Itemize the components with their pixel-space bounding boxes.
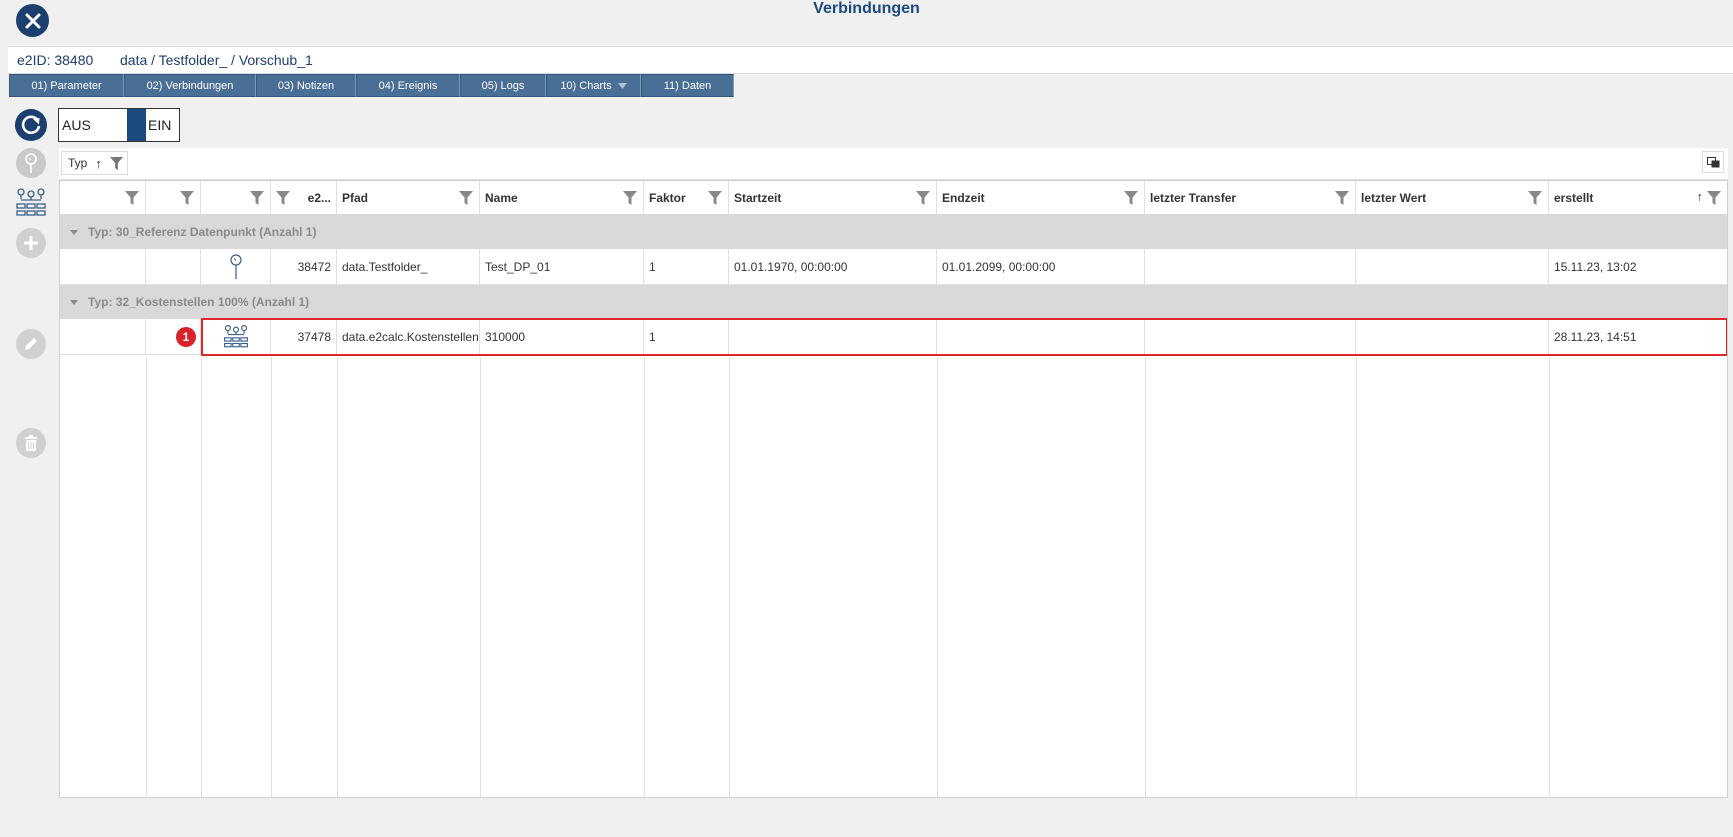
cell-e2id: 38472	[271, 249, 337, 284]
grid-divider	[201, 357, 202, 797]
edit-icon	[16, 329, 46, 359]
notification-badge: 1	[176, 327, 196, 347]
tab-verbindungen[interactable]: 02) Verbindungen	[124, 74, 256, 97]
grid-divider	[480, 357, 481, 797]
window-title: Verbindungen	[813, 0, 920, 17]
filter-icon[interactable]	[1335, 191, 1349, 205]
col-header-2[interactable]	[146, 181, 201, 214]
filter-icon[interactable]	[125, 191, 139, 205]
grouping-bar: Typ ↑	[59, 148, 1728, 180]
tab-parameter[interactable]: 01) Parameter	[9, 74, 124, 97]
col-header-startzeit[interactable]: Startzeit	[729, 181, 937, 214]
filter-icon[interactable]	[1707, 191, 1721, 205]
group-label: Typ: 32_Kostenstellen 100% (Anzahl 1)	[88, 295, 310, 309]
collapse-icon[interactable]	[70, 299, 78, 305]
aus-ein-toggle[interactable]: AUS EIN	[58, 108, 180, 142]
col-header-name[interactable]: Name	[480, 181, 644, 214]
sort-asc-icon[interactable]: ↑	[1697, 189, 1704, 204]
col-header-endzeit[interactable]: Endzeit	[937, 181, 1145, 214]
filter-icon[interactable]	[109, 156, 123, 170]
network-button[interactable]	[14, 186, 48, 220]
grid-divider	[1145, 357, 1146, 797]
sort-asc-icon[interactable]: ↑	[95, 156, 102, 171]
row-highlight	[201, 318, 1727, 356]
filter-icon[interactable]	[623, 191, 637, 205]
filter-icon[interactable]	[459, 191, 473, 205]
group-row[interactable]: Typ: 30_Referenz Datenpunkt (Anzahl 1)	[60, 215, 1727, 249]
tab-daten[interactable]: 11) Daten	[641, 74, 734, 97]
cell-faktor: 1	[644, 249, 729, 284]
cell-letzter-transfer	[1145, 249, 1356, 284]
row-cell-1	[60, 249, 146, 284]
trash-icon	[16, 428, 46, 458]
grid-divider	[729, 357, 730, 797]
collapse-icon[interactable]	[70, 229, 78, 235]
pin-icon	[16, 148, 46, 178]
toggle-knob[interactable]	[127, 109, 146, 141]
connections-grid: e2... Pfad Name Faktor Startzeit Endzeit…	[59, 180, 1728, 798]
cell-name: Test_DP_01	[480, 249, 644, 284]
grid-divider	[337, 357, 338, 797]
tab-logs[interactable]: 05) Logs	[460, 74, 546, 97]
col-header-letzter-transfer[interactable]: letzter Transfer	[1145, 181, 1356, 214]
grid-divider	[937, 357, 938, 797]
edit-button[interactable]	[14, 327, 48, 361]
row-cell-2	[146, 249, 201, 284]
filter-icon[interactable]	[180, 191, 194, 205]
cell-letzter-wert	[1356, 249, 1549, 284]
column-chooser-button[interactable]	[1702, 151, 1724, 173]
cell-endzeit: 01.01.2099, 00:00:00	[937, 249, 1145, 284]
cell-startzeit: 01.01.1970, 00:00:00	[729, 249, 937, 284]
row-cell-icon	[201, 249, 271, 284]
tab-notizen[interactable]: 03) Notizen	[256, 74, 356, 97]
filter-icon[interactable]	[916, 191, 930, 205]
grid-header: e2... Pfad Name Faktor Startzeit Endzeit…	[60, 181, 1727, 215]
add-icon	[16, 228, 46, 258]
col-header-faktor[interactable]: Faktor	[644, 181, 729, 214]
filter-icon[interactable]	[276, 191, 290, 205]
refresh-icon	[15, 109, 47, 141]
refresh-button[interactable]	[14, 108, 48, 142]
col-header-pfad[interactable]: Pfad	[337, 181, 480, 214]
row-cell-1	[60, 319, 146, 354]
tab-ereignis[interactable]: 04) Ereignis	[356, 74, 460, 97]
chevron-down-icon	[617, 82, 627, 89]
tab-charts[interactable]: 10) Charts	[546, 74, 641, 97]
grid-divider	[1356, 357, 1357, 797]
row-cell-2: 1	[146, 319, 201, 354]
group-chip-label: Typ	[68, 156, 88, 170]
filter-icon[interactable]	[708, 191, 722, 205]
network-icon	[16, 188, 46, 216]
cell-erstellt: 15.11.23, 13:02	[1554, 259, 1637, 274]
column-chooser-icon	[1706, 156, 1719, 167]
pin-button[interactable]	[14, 146, 48, 180]
table-row[interactable]: 38472 data.Testfolder_ Test_DP_01 1 01.0…	[60, 249, 1727, 285]
group-label: Typ: 30_Referenz Datenpunkt (Anzahl 1)	[88, 225, 317, 239]
add-button[interactable]	[14, 226, 48, 260]
col-header-e2id[interactable]: e2...	[271, 181, 337, 214]
col-header-erstellt[interactable]: erstellt ↑	[1549, 181, 1727, 214]
cell-pfad: data.Testfolder_	[337, 249, 480, 284]
col-header-letzter-wert[interactable]: letzter Wert	[1356, 181, 1549, 214]
toggle-on-label: EIN	[148, 117, 172, 133]
grid-divider	[271, 357, 272, 797]
filter-icon[interactable]	[1124, 191, 1138, 205]
grid-divider	[644, 357, 645, 797]
filter-icon[interactable]	[1528, 191, 1542, 205]
object-path: data / Testfolder_ / Vorschub_1	[120, 52, 313, 68]
info-bar: e2ID: 38480 data / Testfolder_ / Vorschu…	[8, 46, 1733, 74]
tab-bar: 01) Parameter 02) Verbindungen 03) Notiz…	[9, 74, 734, 97]
pin-icon	[229, 253, 242, 279]
grid-divider	[1549, 357, 1550, 797]
toggle-off-label: AUS	[62, 117, 91, 133]
delete-button[interactable]	[14, 426, 48, 460]
col-header-icon[interactable]	[201, 181, 271, 214]
col-header-1[interactable]	[60, 181, 146, 214]
group-chip-typ[interactable]: Typ ↑	[61, 151, 128, 175]
grid-divider	[146, 357, 147, 797]
filter-icon[interactable]	[250, 191, 264, 205]
e2id-label: e2ID: 38480	[17, 52, 94, 68]
group-row[interactable]: Typ: 32_Kostenstellen 100% (Anzahl 1)	[60, 285, 1727, 319]
